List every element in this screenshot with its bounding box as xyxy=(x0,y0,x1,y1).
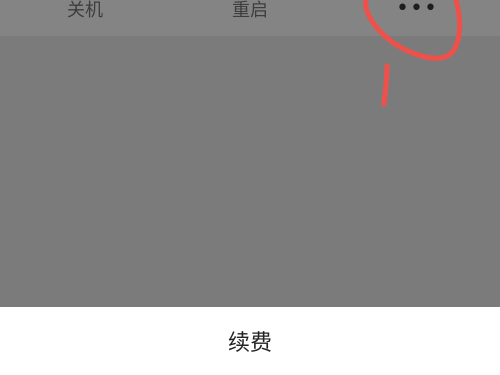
restart-button[interactable]: 重启 xyxy=(225,0,275,26)
top-toolbar: 关机 重启 ••• xyxy=(0,0,500,36)
more-options-icon[interactable]: ••• xyxy=(395,0,439,24)
renew-menu-item[interactable]: 续费 xyxy=(200,327,300,361)
bottom-action-sheet: 续费 xyxy=(0,307,500,375)
dimmed-overlay[interactable] xyxy=(0,36,500,307)
shutdown-button[interactable]: 关机 xyxy=(60,0,110,26)
